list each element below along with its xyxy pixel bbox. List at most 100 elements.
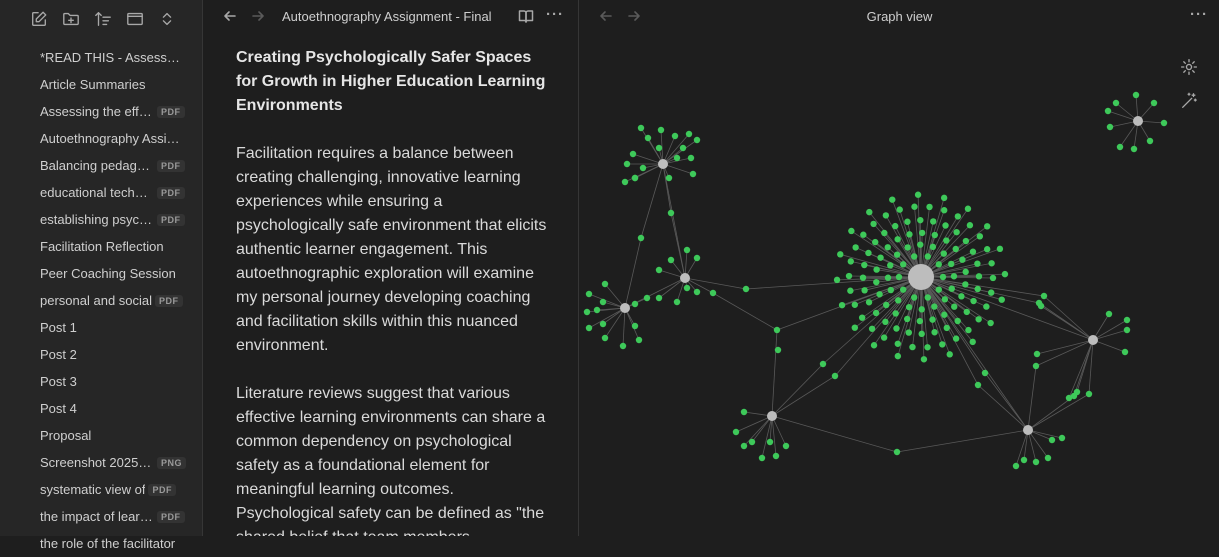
graph-node[interactable] — [954, 317, 961, 325]
file-item[interactable]: *READ THIS - Assessment Guidelines — [40, 44, 190, 71]
graph-node[interactable] — [583, 308, 591, 316]
graph-node[interactable] — [758, 454, 766, 462]
graph-node[interactable] — [693, 254, 701, 262]
graph-node[interactable] — [585, 290, 593, 298]
graph-node[interactable] — [644, 134, 652, 142]
graph-node[interactable] — [887, 286, 895, 294]
graph-node[interactable] — [623, 160, 631, 168]
graph-node[interactable] — [631, 300, 639, 308]
graph-node[interactable] — [585, 324, 593, 332]
file-item[interactable]: Post 2 — [40, 341, 190, 368]
graph-node[interactable] — [601, 334, 609, 342]
file-item[interactable]: Proposal — [40, 422, 190, 449]
file-item[interactable]: Screenshot 2025-01-01PNG — [40, 449, 190, 476]
graph-node[interactable] — [988, 289, 995, 296]
graph-node[interactable] — [946, 351, 953, 358]
graph-node[interactable] — [859, 274, 867, 281]
graph-node[interactable] — [940, 194, 948, 202]
graph-node[interactable] — [773, 326, 781, 334]
graph-node[interactable] — [1044, 454, 1052, 462]
graph-node[interactable] — [884, 274, 892, 281]
graph-node[interactable] — [942, 222, 949, 229]
graph-node[interactable] — [940, 250, 947, 257]
graph-node[interactable] — [983, 246, 991, 253]
graph-node[interactable] — [892, 310, 899, 317]
graph-node[interactable] — [905, 303, 913, 311]
graph-node[interactable] — [983, 303, 990, 310]
graph-node[interactable] — [893, 448, 901, 456]
graph-node[interactable] — [962, 281, 969, 288]
new-note-icon[interactable] — [28, 8, 50, 30]
note-tab-title[interactable]: Autoethnography Assignment - Final — [282, 9, 492, 24]
graph-node[interactable] — [883, 301, 890, 309]
graph-node[interactable] — [975, 316, 982, 323]
graph-node[interactable] — [970, 297, 977, 305]
forward-arrow-icon[interactable] — [250, 8, 268, 26]
file-item[interactable]: Article Summaries — [40, 71, 190, 98]
graph-node[interactable] — [1040, 292, 1048, 300]
file-item[interactable]: Post 3 — [40, 368, 190, 395]
graph-node[interactable] — [876, 291, 883, 298]
graph-node[interactable] — [1032, 362, 1040, 370]
graph-node[interactable] — [896, 206, 903, 213]
graph-node[interactable] — [683, 246, 691, 254]
graph-hub-node[interactable] — [908, 264, 934, 290]
graph-node[interactable] — [865, 299, 873, 306]
graph-node[interactable] — [974, 285, 981, 293]
graph-node[interactable] — [593, 306, 601, 314]
graph-node[interactable] — [689, 170, 697, 178]
graph-node[interactable] — [866, 208, 873, 216]
graph-node[interactable] — [639, 164, 647, 172]
graph-node[interactable] — [929, 316, 936, 323]
graph-node[interactable] — [987, 319, 994, 327]
graph-node[interactable] — [819, 360, 827, 368]
graph-node[interactable] — [918, 330, 925, 338]
graph-node[interactable] — [884, 244, 891, 251]
file-item[interactable]: Autoethnography Assignment - Final — [40, 125, 190, 152]
graph-node[interactable] — [1160, 119, 1168, 127]
graph-node[interactable] — [881, 229, 888, 237]
graph-node[interactable] — [673, 154, 681, 162]
graph-node[interactable] — [655, 144, 663, 152]
graph-node[interactable] — [900, 261, 907, 268]
graph-node[interactable] — [873, 278, 880, 286]
graph-node[interactable] — [847, 258, 854, 265]
graph-node[interactable] — [939, 273, 947, 281]
graph-node[interactable] — [950, 273, 958, 280]
graph-node[interactable] — [740, 408, 748, 416]
graph-node[interactable] — [926, 203, 933, 211]
graph-node[interactable] — [941, 296, 949, 303]
graph-node[interactable] — [924, 344, 931, 351]
graph-node[interactable] — [969, 248, 977, 255]
graph-node[interactable] — [851, 324, 859, 331]
graph-node[interactable] — [948, 285, 955, 292]
graph-canvas[interactable] — [580, 0, 1219, 536]
graph-node[interactable] — [667, 209, 675, 217]
graph-node[interactable] — [906, 231, 913, 238]
graph-node[interactable] — [880, 334, 888, 341]
graph-node[interactable] — [1121, 348, 1129, 356]
graph-node[interactable] — [637, 234, 645, 242]
graph-node[interactable] — [837, 251, 844, 258]
graph-node[interactable] — [629, 150, 637, 158]
graph-node[interactable] — [958, 293, 965, 300]
graph-hub-node[interactable] — [1133, 116, 1143, 126]
graph-node[interactable] — [889, 196, 896, 203]
graph-node[interactable] — [904, 244, 911, 251]
graph-node[interactable] — [941, 207, 948, 214]
graph-node[interactable] — [1033, 350, 1041, 358]
graph-node[interactable] — [683, 284, 691, 292]
graph-node[interactable] — [847, 287, 854, 294]
graph-node[interactable] — [599, 298, 607, 306]
graph-node[interactable] — [772, 452, 780, 460]
graph-node[interactable] — [742, 285, 750, 293]
graph-node[interactable] — [951, 303, 958, 310]
graph-node[interactable] — [858, 314, 866, 321]
file-item[interactable]: the role of the facilitator — [40, 530, 190, 557]
graph-node[interactable] — [952, 245, 959, 253]
graph-node[interactable] — [939, 341, 946, 348]
graph-node[interactable] — [679, 144, 687, 152]
graph-node[interactable] — [935, 286, 942, 293]
graph-node[interactable] — [943, 237, 950, 244]
file-item[interactable]: personal and social PDF — [40, 287, 190, 314]
